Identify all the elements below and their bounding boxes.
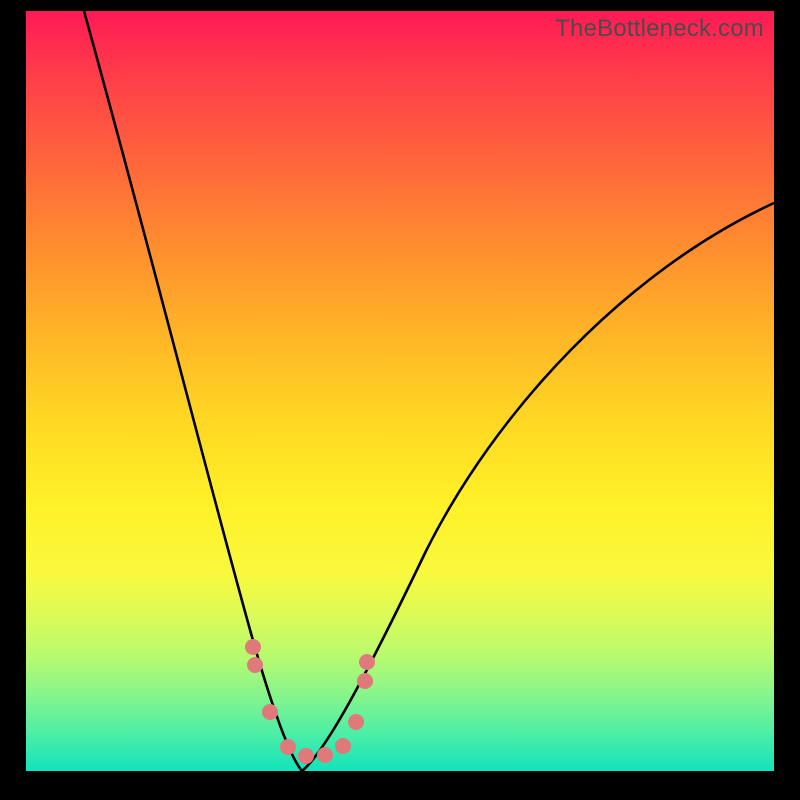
marker-dot <box>317 747 333 763</box>
marker-dot <box>359 654 375 670</box>
curve-right <box>302 203 774 771</box>
marker-dot <box>348 714 364 730</box>
curve-layer <box>26 11 774 771</box>
marker-dot <box>357 673 373 689</box>
curve-left <box>84 11 302 771</box>
marker-dot <box>247 657 263 673</box>
marker-dot <box>335 738 351 754</box>
marker-dot <box>298 748 314 764</box>
chart-frame: TheBottleneck.com <box>26 11 774 771</box>
marker-dot <box>245 639 261 655</box>
marker-dot <box>262 704 278 720</box>
marker-dot <box>280 739 296 755</box>
